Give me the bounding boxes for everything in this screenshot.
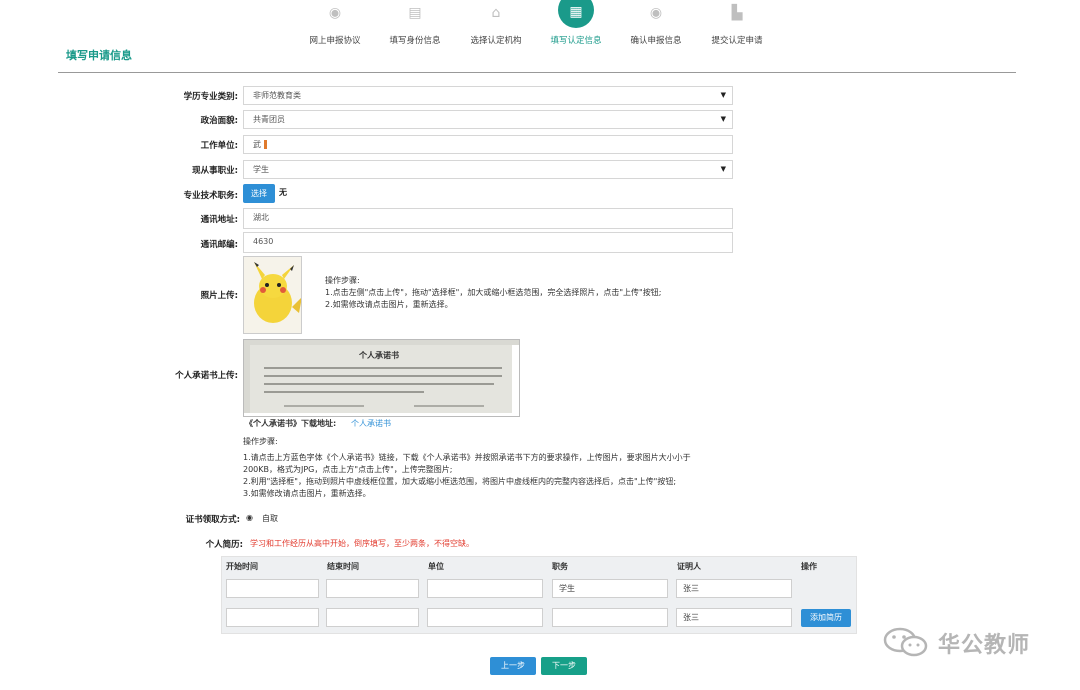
- witness-input[interactable]: 张三: [676, 608, 792, 627]
- political-status-label: 政治面貌:: [200, 116, 238, 126]
- photo-step-2: 2.如需修改请点击图片，重新选择。: [325, 300, 453, 309]
- promise-letter-label: 个人承诺书上传:: [175, 371, 238, 381]
- occupation-select[interactable]: 学生 ▼: [243, 160, 733, 179]
- step-label: 网上申报协议: [309, 36, 361, 46]
- resume-label: 个人简历:: [205, 540, 243, 550]
- text-cursor-mark: [264, 140, 267, 149]
- promise-step-1-cont: 200KB，格式为JPG，点击上方"点击上传"，上传完整图片;: [243, 465, 453, 474]
- watermark-text: 华公教师: [938, 633, 1031, 658]
- end-date-input[interactable]: [326, 608, 419, 627]
- form-icon: ▦: [569, 4, 583, 20]
- unit-input[interactable]: [427, 579, 543, 598]
- photo-step-1: 1.点击左侧"点击上传"，拖动"选择框"，加大或缩小框选范围，完全选择照片，点击…: [325, 288, 662, 297]
- major-category-value: 非师范教育类: [253, 91, 301, 100]
- address-label: 通讯地址:: [200, 215, 238, 225]
- start-date-input[interactable]: [226, 579, 319, 598]
- building-icon: ⌂: [491, 5, 501, 21]
- step-label: 确认申报信息: [630, 36, 682, 46]
- position-input[interactable]: [552, 608, 668, 627]
- radio-button-selected[interactable]: ◉: [246, 513, 253, 522]
- unit-input[interactable]: [427, 608, 543, 627]
- document-icon: ▤: [408, 5, 422, 21]
- step-label: 填写认定信息: [550, 36, 602, 46]
- political-status-select[interactable]: 共青团员 ▼: [243, 110, 733, 129]
- promise-letter-doc-title: 个人承诺书: [359, 351, 399, 360]
- major-category-label: 学历专业类别:: [183, 92, 238, 102]
- title-label: 专业技术职务:: [183, 191, 238, 201]
- photo-upload-image[interactable]: [243, 256, 302, 334]
- promise-download-link[interactable]: 个人承诺书: [351, 418, 391, 430]
- eye-icon: ◉: [328, 5, 342, 21]
- wechat-watermark: 华公教师: [880, 625, 1060, 659]
- column-header: 结束时间: [327, 562, 359, 571]
- work-unit-input[interactable]: 武: [243, 135, 733, 154]
- promise-download-label: 《个人承诺书》下载地址:: [245, 419, 337, 428]
- step-label: 提交认定申请: [711, 36, 763, 46]
- column-header: 证明人: [677, 562, 701, 571]
- occupation-value: 学生: [253, 165, 269, 174]
- resume-table: 开始时间 结束时间 单位 职务 证明人 操作 学生 张三 张三 添加简历: [221, 556, 857, 634]
- column-header: 开始时间: [226, 562, 258, 571]
- promise-step-3: 3.如需修改请点击图片，重新选择。: [243, 489, 371, 498]
- title-divider: [58, 72, 1016, 73]
- home-icon: ▙: [731, 5, 743, 21]
- column-header: 操作: [801, 562, 817, 571]
- photo-step-heading: 操作步骤:: [325, 276, 360, 285]
- political-status-value: 共青团员: [253, 115, 285, 124]
- previous-step-button[interactable]: 上一步: [490, 657, 536, 675]
- page-title: 填写申请信息: [66, 49, 132, 62]
- major-category-select[interactable]: 非师范教育类 ▼: [243, 86, 733, 105]
- occupation-label: 现从事职业:: [192, 166, 238, 176]
- end-date-input[interactable]: [326, 579, 419, 598]
- address-input[interactable]: 湖北: [243, 208, 733, 229]
- promise-step-1: 1.请点击上方蓝色字体《个人承诺书》链接，下载《个人承诺书》并按照承诺书下方的要…: [243, 453, 691, 462]
- witness-input[interactable]: 张三: [676, 579, 792, 598]
- column-header: 职务: [552, 562, 568, 571]
- work-unit-label: 工作单位:: [200, 141, 238, 151]
- promise-step-heading: 操作步骤:: [243, 437, 278, 446]
- step-label: 填写身份信息: [389, 36, 441, 46]
- position-input[interactable]: 学生: [552, 579, 668, 598]
- select-title-button[interactable]: 选择: [243, 184, 275, 203]
- address-value: 湖北: [253, 213, 269, 222]
- chevron-down-icon: ▼: [720, 115, 726, 123]
- postcode-input[interactable]: 4630: [243, 232, 733, 253]
- next-step-button[interactable]: 下一步: [541, 657, 587, 675]
- start-date-input[interactable]: [226, 608, 319, 627]
- wechat-logo-icon: [883, 627, 928, 657]
- column-header: 单位: [428, 562, 444, 571]
- cert-method-option: 自取: [262, 514, 278, 523]
- chevron-down-icon: ▼: [720, 91, 726, 99]
- chevron-down-icon: ▼: [720, 165, 726, 173]
- eye-icon: ◉: [649, 5, 663, 21]
- add-resume-button[interactable]: 添加简历: [801, 609, 851, 627]
- cert-method-label: 证书领取方式:: [185, 515, 240, 525]
- pikachu-photo-image: [244, 257, 301, 333]
- photo-label: 照片上传:: [200, 291, 238, 301]
- resume-note: 学习和工作经历从高中开始，倒序填写，至少两条，不得空缺。: [250, 539, 474, 548]
- progress-stepper: ◉ 网上申报协议 ▤ 填写身份信息 ⌂ 选择认定机构 ▦ 填写认定信息 ◉ 确认…: [290, 0, 790, 50]
- work-unit-value: 武: [253, 140, 261, 149]
- promise-step-2: 2.利用"选择框"，拖动到照片中虚线框位置，加大或缩小框选范围，将图片中虚线框内…: [243, 477, 677, 486]
- postcode-label: 通讯邮编:: [200, 240, 238, 250]
- step-label: 选择认定机构: [470, 36, 522, 46]
- promise-letter-upload-image[interactable]: 个人承诺书: [243, 339, 520, 417]
- title-value: 无: [279, 188, 287, 197]
- postcode-value: 4630: [253, 237, 274, 246]
